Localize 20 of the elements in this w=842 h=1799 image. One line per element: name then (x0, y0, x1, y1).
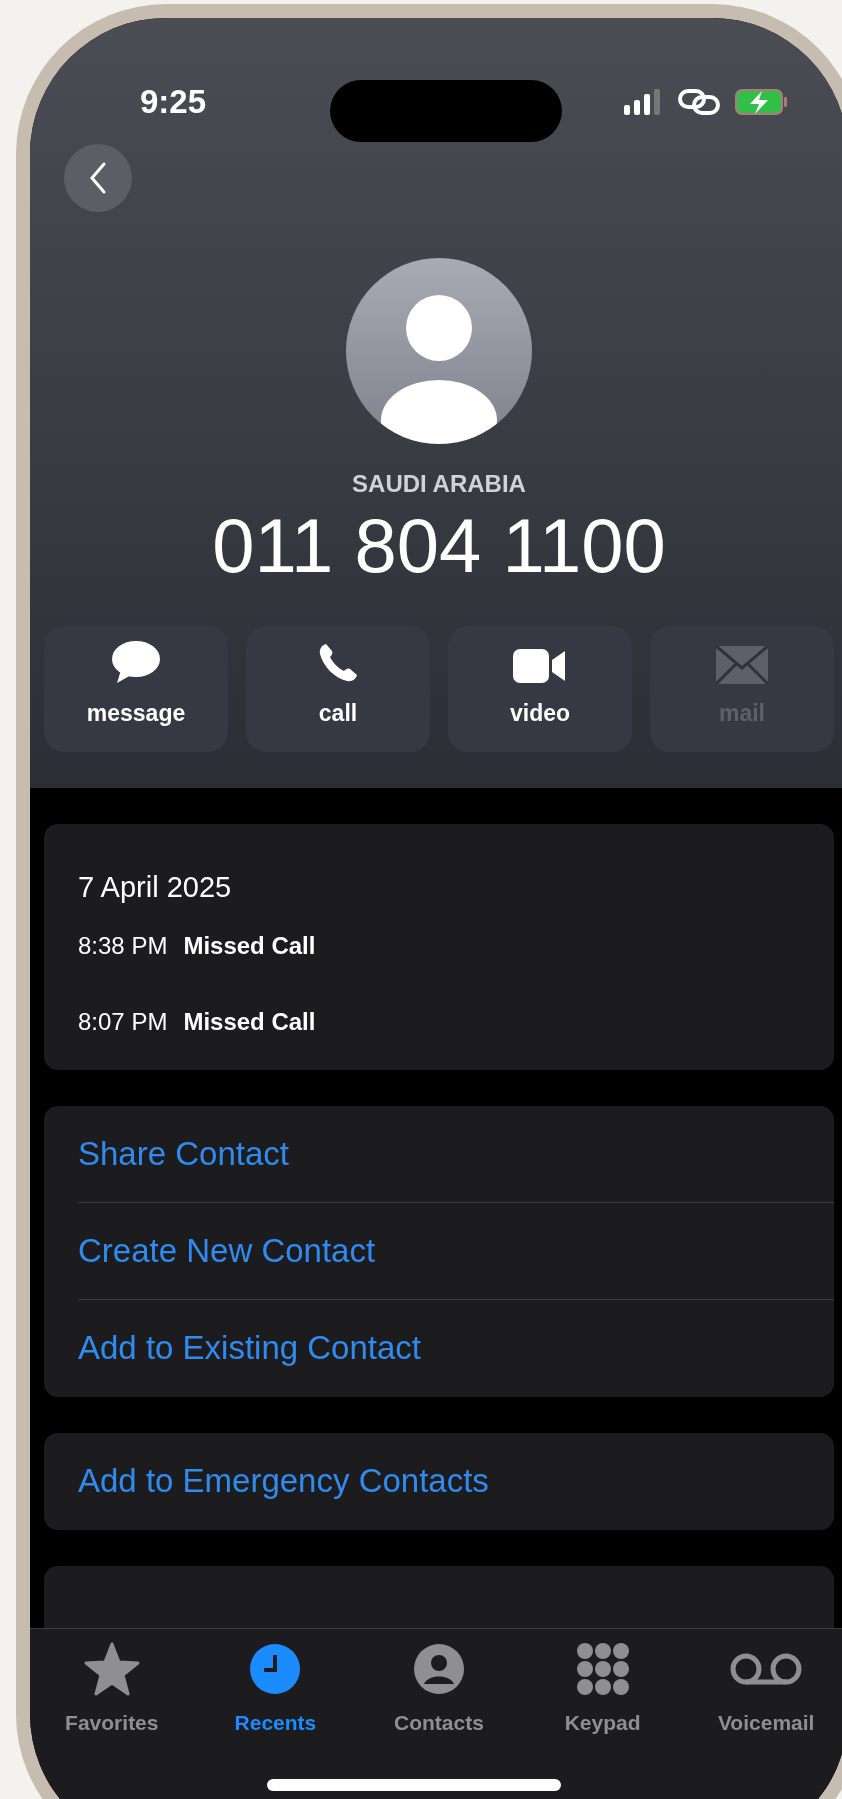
message-button[interactable]: message (44, 626, 228, 752)
call-type: Missed Call (183, 1006, 316, 1037)
phone-number: 011 804 1100 (212, 508, 666, 584)
tab[interactable]: Recents (193, 1641, 358, 1739)
call-time: 8:07 PM (78, 1006, 168, 1037)
action-link[interactable]: Add to Existing Contact (78, 1323, 422, 1373)
call-button[interactable]: call (246, 626, 430, 752)
tab[interactable]: Contacts (357, 1641, 521, 1739)
status-time: 9:25 (140, 82, 207, 123)
action-link[interactable]: Add to Emergency Contacts (78, 1456, 489, 1506)
action-link[interactable]: Create New Contact (78, 1225, 376, 1276)
tab[interactable]: Keypad (520, 1641, 685, 1739)
tab[interactable]: Favorites (30, 1641, 194, 1739)
call-time: 8:38 PM (78, 930, 168, 961)
country-label: SAUDI ARABIA (352, 469, 526, 499)
call-type: Missed Call (183, 930, 316, 961)
video-button[interactable]: video (448, 626, 632, 752)
action-link[interactable]: Share Contact (78, 1128, 289, 1179)
call-date: 7 April 2025 (78, 870, 233, 905)
tab[interactable]: Voicemail (684, 1641, 842, 1739)
